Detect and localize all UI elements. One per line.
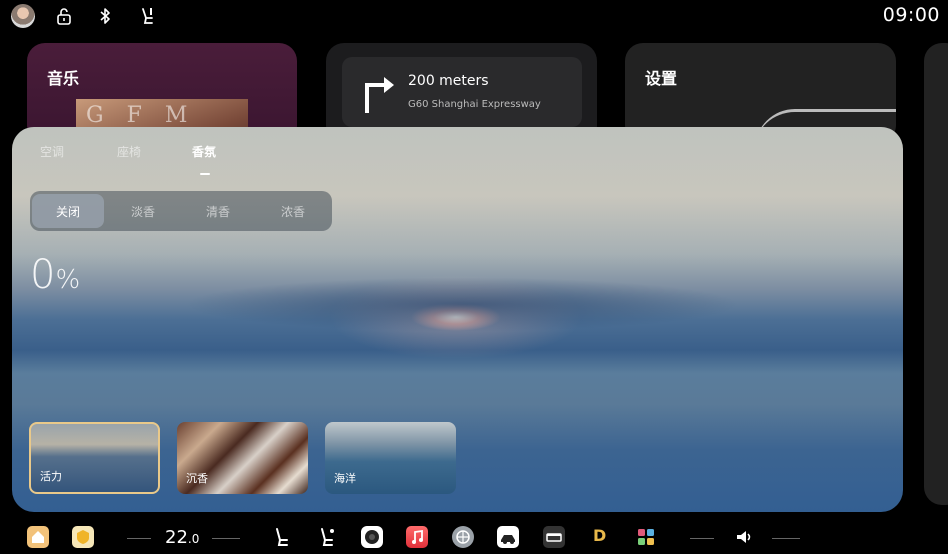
browser-icon[interactable] bbox=[452, 526, 474, 548]
intensity-selector: 关闭 淡香 清香 浓香 bbox=[30, 191, 332, 231]
tab-fragrance[interactable]: 香氛 bbox=[192, 143, 216, 160]
music-card-title: 音乐 bbox=[47, 69, 80, 88]
car-app-icon[interactable] bbox=[497, 526, 519, 548]
fragrance-level-value: 0 bbox=[30, 252, 56, 298]
clock: 09:00 bbox=[882, 4, 940, 26]
gear-indicator: D bbox=[593, 526, 607, 545]
divider bbox=[772, 538, 800, 539]
bluetooth-icon[interactable] bbox=[95, 6, 115, 26]
active-tab-indicator bbox=[200, 173, 210, 175]
road-name: G60 Shanghai Expressway bbox=[408, 99, 541, 110]
divider bbox=[212, 538, 240, 539]
dock: 22.0 D bbox=[0, 520, 948, 554]
camera-icon[interactable] bbox=[361, 526, 383, 548]
temperature-value: 22 bbox=[165, 527, 188, 548]
home-icon[interactable] bbox=[27, 526, 49, 548]
scent-label: 海洋 bbox=[334, 472, 356, 485]
temperature-decimal: .0 bbox=[187, 532, 200, 546]
turn-right-arrow-icon bbox=[365, 77, 394, 113]
album-art-text: G F M bbox=[86, 103, 196, 128]
scent-card-ocean[interactable]: 海洋 bbox=[325, 422, 456, 494]
intensity-light[interactable]: 淡香 bbox=[107, 194, 179, 228]
scent-card-vitality[interactable]: 活力 bbox=[29, 422, 160, 494]
volume-icon[interactable] bbox=[733, 526, 755, 548]
turn-distance: 200 meters bbox=[408, 73, 489, 89]
intensity-strong[interactable]: 浓香 bbox=[257, 194, 329, 228]
scent-label: 沉香 bbox=[186, 472, 208, 485]
fragrance-level: 0% bbox=[30, 252, 80, 298]
temperature[interactable]: 22.0 bbox=[165, 527, 199, 548]
dashcam-icon[interactable] bbox=[543, 526, 565, 548]
fragrance-level-unit: % bbox=[55, 265, 81, 295]
intensity-fresh[interactable]: 清香 bbox=[182, 194, 254, 228]
next-card-edge[interactable] bbox=[924, 43, 948, 505]
divider bbox=[690, 538, 714, 539]
seat-right-icon[interactable] bbox=[315, 526, 337, 548]
tab-air-conditioning[interactable]: 空调 bbox=[40, 143, 64, 160]
lock-open-icon[interactable] bbox=[54, 6, 74, 26]
scent-label: 活力 bbox=[40, 470, 62, 483]
divider bbox=[127, 538, 151, 539]
tab-seats[interactable]: 座椅 bbox=[117, 143, 141, 160]
intensity-off[interactable]: 关闭 bbox=[32, 194, 104, 228]
status-bar: 09:00 bbox=[0, 0, 948, 32]
fragrance-panel: 空调 座椅 香氛 关闭 淡香 清香 浓香 0% 活力 沉香 海洋 bbox=[12, 127, 903, 512]
music-app-icon[interactable] bbox=[406, 526, 428, 548]
turn-guidance: 200 meters G60 Shanghai Expressway bbox=[342, 57, 582, 127]
shield-app-icon[interactable] bbox=[72, 526, 94, 548]
scent-card-agarwood[interactable]: 沉香 bbox=[177, 422, 308, 494]
user-avatar[interactable] bbox=[11, 4, 35, 28]
apps-grid-icon[interactable] bbox=[635, 526, 657, 548]
seat-left-icon[interactable] bbox=[270, 526, 292, 548]
seat-icon[interactable] bbox=[137, 6, 157, 26]
background-clouds bbox=[182, 277, 742, 332]
settings-card-title: 设置 bbox=[645, 69, 678, 88]
